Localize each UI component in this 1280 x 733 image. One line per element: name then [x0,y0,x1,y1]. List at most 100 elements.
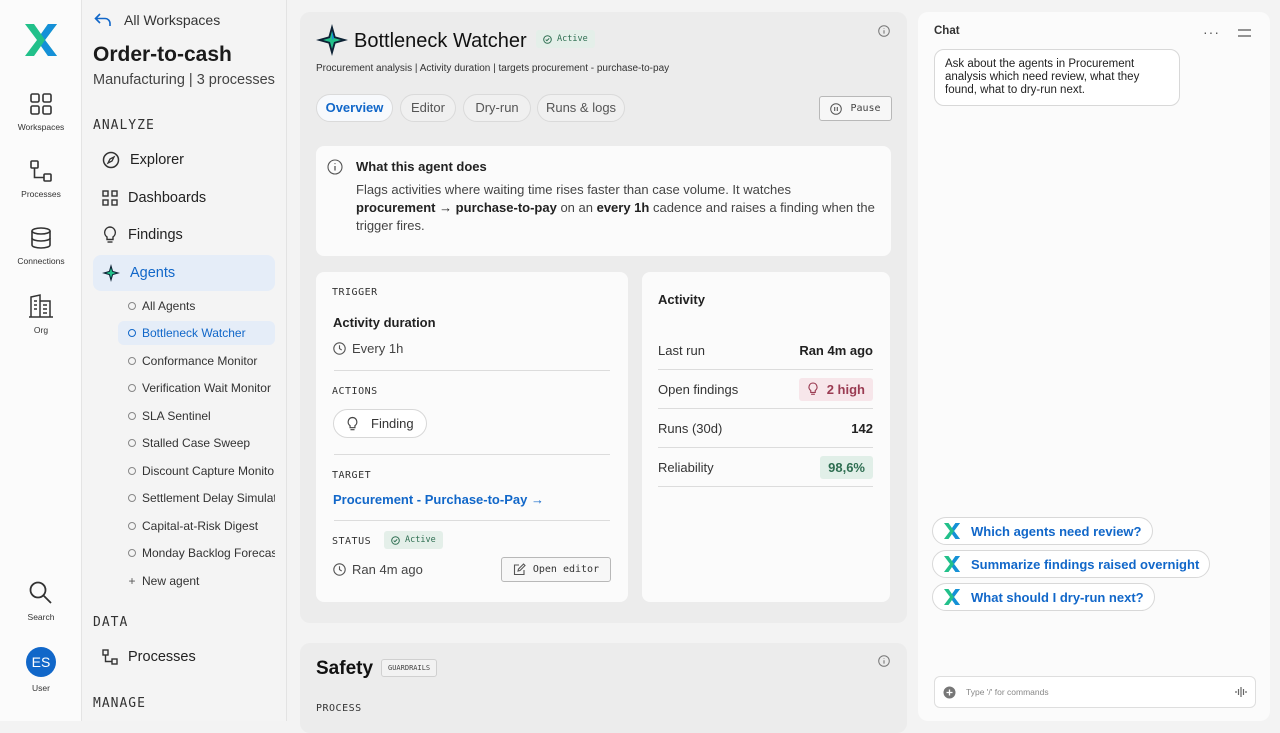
about-text: on an [556,200,597,215]
agent-item-monday-backlog[interactable]: Monday Backlog Forecas [118,541,275,565]
agent-star-icon [316,24,348,56]
agent-item-label: SLA Sentinel [142,409,211,423]
chat-panel: Chat ··· Ask about the agents in Procure… [918,12,1270,721]
back-to-workspaces[interactable]: All Workspaces [94,12,220,28]
rail-label: Search [27,612,55,622]
circle-icon [128,302,136,310]
lightbulb-icon [103,226,117,243]
row-label: Runs (30d) [658,420,723,436]
findings-pill[interactable]: 2 high [798,377,873,401]
divider [334,370,610,371]
pause-label: Pause [850,103,881,114]
circle-icon [128,384,136,392]
workspace-sidebar: All Workspaces Order-to-cash Manufacturi… [82,0,287,721]
section-analyze: ANALYZE [93,118,155,133]
pause-icon [830,102,843,115]
suggestion-chip[interactable]: What should I dry-run next? [932,583,1155,611]
about-description: Flags activities where waiting time rise… [356,181,876,235]
chat-input-placeholder: Type '/' for commands [966,687,1049,697]
agent-item-stalled-case-sweep[interactable]: Stalled Case Sweep [118,431,275,455]
new-agent-button[interactable]: + New agent [118,569,275,593]
nav-findings[interactable]: Findings [93,217,275,253]
tab-dry-run[interactable]: Dry-run [463,94,531,122]
agent-item-conformance-monitor[interactable]: Conformance Monitor [118,349,275,373]
about-card: What this agent does Flags activities wh… [316,146,891,256]
rail-org[interactable]: Org [0,293,82,335]
circle-icon [128,494,136,502]
back-label: All Workspaces [124,12,221,28]
agent-item-discount-capture[interactable]: Discount Capture Monito [118,459,275,483]
rail-label: User [32,683,50,693]
suggestion-chip[interactable]: Which agents need review? [932,517,1153,545]
pause-button[interactable]: Pause [819,96,892,121]
rail-label: Connections [17,256,65,266]
breadcrumb: Procurement analysis | Activity duration… [316,63,670,74]
database-icon [31,227,51,249]
nav-processes[interactable]: Processes [93,639,275,675]
divider [334,454,610,455]
clock-icon [333,563,346,576]
suggestion-label: What should I dry-run next? [971,589,1144,605]
circle-icon [128,522,136,530]
lightbulb-icon [808,382,818,395]
icon-rail: Workspaces Processes Connections Org Sea… [0,0,82,721]
nav-dashboards[interactable]: Dashboards [93,180,275,216]
chat-message: Ask about the agents in Procurement anal… [934,49,1180,106]
rail-search[interactable]: Search [0,580,82,622]
app-logo-icon[interactable] [23,24,59,56]
schedule-text: Every 1h [352,341,404,356]
app-logo-icon [944,556,960,572]
add-attachment-icon[interactable] [943,686,956,699]
target-link[interactable]: Procurement - Purchase-to-Pay → [333,492,544,507]
check-circle-icon [391,535,400,545]
agent-star-icon [102,264,120,282]
compass-icon [102,151,120,169]
open-editor-button[interactable]: Open editor [501,557,611,582]
tab-runs-logs[interactable]: Runs & logs [537,94,625,122]
collapse-panel-icon[interactable] [1238,29,1251,38]
rail-processes[interactable]: Processes [0,159,82,199]
action-chip-finding[interactable]: Finding [333,409,427,438]
chat-input[interactable]: Type '/' for commands [934,676,1256,708]
row-value: 142 [851,420,873,436]
tab-overview[interactable]: Overview [316,94,393,122]
status-badge: Active [384,531,443,549]
circle-icon [128,412,136,420]
row-label: Reliability [658,459,714,475]
activity-row-open-findings: Open findings 2 high [658,370,873,409]
agent-item-all-agents[interactable]: All Agents [118,294,275,318]
more-options-icon[interactable]: ··· [1203,24,1220,40]
agent-item-capital-at-risk[interactable]: Capital-at-Risk Digest [118,514,275,538]
target-label: TARGET [332,470,372,481]
suggestion-chip[interactable]: Summarize findings raised overnight [932,550,1211,578]
divider [334,520,610,521]
process-icon [102,649,118,665]
rail-workspaces[interactable]: Workspaces [0,92,82,132]
rail-label: Processes [21,189,61,199]
check-circle-icon [543,34,552,44]
agent-item-bottleneck-watcher[interactable]: Bottleneck Watcher [118,321,275,345]
agent-item-sla-sentinel[interactable]: SLA Sentinel [118,404,275,428]
info-icon[interactable] [878,655,890,667]
agent-item-settlement-delay[interactable]: Settlement Delay Simulat [118,486,275,510]
info-icon[interactable] [878,25,890,37]
rail-connections[interactable]: Connections [0,226,82,266]
avatar: ES [26,647,56,677]
section-data: DATA [93,615,129,630]
action-chip-label: Finding [371,416,414,431]
agent-item-label: Stalled Case Sweep [142,436,251,450]
rail-user[interactable]: ES User [0,647,82,693]
voice-input-icon[interactable] [1235,686,1247,698]
edit-icon [513,563,526,576]
nav-label: Agents [130,265,176,281]
agent-item-label: Verification Wait Monitor [142,381,271,395]
tab-editor[interactable]: Editor [400,94,456,122]
circle-icon [128,329,136,337]
agent-item-verification-wait-monitor[interactable]: Verification Wait Monitor [118,376,275,400]
trigger-value: Activity duration [333,315,436,330]
nav-agents[interactable]: Agents [93,255,275,291]
nav-explorer[interactable]: Explorer [93,142,275,178]
status-badge-label: Active [557,34,588,44]
activity-row-runs: Runs (30d) 142 [658,409,873,448]
agent-item-label: Settlement Delay Simulat [142,491,275,505]
